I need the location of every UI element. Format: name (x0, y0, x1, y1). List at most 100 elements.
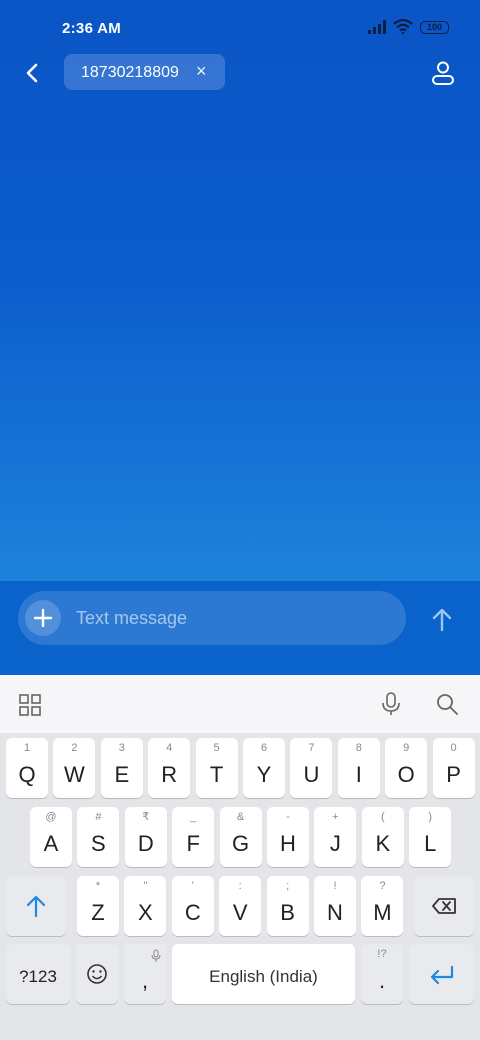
key-e[interactable]: 3E (100, 738, 143, 798)
key-hint: 8 (355, 742, 362, 754)
key-hint: ? (379, 880, 386, 892)
key-label: T (209, 762, 224, 787)
key-hint: 6 (260, 742, 268, 754)
key-m[interactable]: ? M (361, 876, 404, 936)
key-label: A (43, 831, 59, 856)
remove-recipient-icon[interactable]: × (196, 62, 207, 80)
key-label: H (280, 831, 296, 856)
message-input[interactable] (76, 606, 376, 630)
key-w[interactable]: 2W (53, 738, 96, 798)
key-h[interactable]: -H (267, 807, 309, 867)
enter-key[interactable] (409, 944, 474, 1004)
key-b[interactable]: ; B (266, 876, 309, 936)
recipient-chip[interactable]: 18730218809 × (64, 54, 225, 90)
comma-key[interactable]: , (124, 944, 166, 1004)
key-hint: " (143, 880, 148, 892)
space-key[interactable]: English (India) (172, 944, 355, 1004)
apps-grid-icon[interactable] (19, 694, 41, 716)
microphone-icon[interactable] (380, 692, 402, 716)
battery-icon: 100 (420, 21, 449, 34)
key-f[interactable]: _ F (172, 807, 215, 867)
key-label: B (280, 900, 295, 925)
key-label: G (232, 831, 250, 856)
key-hint: ' (191, 880, 194, 892)
key-r[interactable]: 4R (148, 738, 191, 798)
key-x[interactable]: " X (124, 876, 167, 936)
key-a[interactable]: @ A (30, 807, 72, 867)
key-hint: ( (380, 811, 385, 823)
symbols-key-label: ?123 (19, 967, 57, 986)
key-hint: 3 (118, 742, 125, 754)
key-label: P (446, 762, 461, 787)
key-hint: 5 (213, 742, 220, 754)
key-label: S (91, 831, 106, 856)
key-hint: ; (286, 880, 290, 892)
key-v[interactable]: :V (219, 876, 262, 936)
key-label: L (424, 831, 437, 856)
key-hint: # (95, 811, 102, 823)
key-hint: 1 (23, 742, 31, 754)
key-label: F (186, 831, 200, 856)
key-s[interactable]: # S (77, 807, 120, 867)
key-label: E (114, 762, 130, 787)
key-n[interactable]: ! N (314, 876, 356, 936)
key-q[interactable]: 1Q (6, 738, 48, 798)
key-label: R (161, 762, 178, 787)
key-label: W (64, 762, 85, 787)
shift-arrow-icon (26, 895, 46, 918)
wifi-icon (393, 18, 413, 34)
back-arrow-icon[interactable] (18, 58, 48, 88)
emoji-key[interactable] (76, 944, 118, 1004)
signal-icon (368, 20, 386, 34)
key-label: Z (91, 900, 105, 925)
key-hint: _ (190, 811, 197, 823)
key-g[interactable]: & G (219, 807, 262, 867)
period-key[interactable]: !? . (361, 944, 403, 1004)
compose-bar (0, 581, 480, 675)
send-arrow-icon[interactable] (428, 606, 456, 634)
key-p[interactable]: 0P (432, 738, 475, 798)
key-hint: ₹ (142, 811, 150, 823)
period-key-label: . (378, 968, 386, 993)
key-label: M (373, 900, 392, 925)
shift-key[interactable] (6, 876, 66, 936)
key-i[interactable]: 8I (337, 738, 380, 798)
add-attachment-button[interactable] (25, 600, 61, 636)
key-o[interactable]: 9O (385, 738, 428, 798)
key-label: V (232, 900, 248, 925)
key-d[interactable]: ₹ D (124, 807, 167, 867)
backspace-key[interactable] (414, 876, 474, 936)
key-label: D (137, 831, 154, 856)
keyboard: 1Q2W3E4R5T6Y7U8I9O0P @ A # S ₹ D _ F & G - H + J(K) L … (0, 733, 480, 1040)
key-j[interactable]: + J (314, 807, 357, 867)
enter-arrow-icon (430, 965, 454, 985)
key-l[interactable]: ) L (409, 807, 452, 867)
message-input-container (18, 591, 406, 645)
key-hint: 4 (166, 742, 173, 754)
key-label: Q (18, 762, 36, 787)
key-hint: : (238, 880, 242, 892)
key-k[interactable]: (K (361, 807, 404, 867)
key-c[interactable]: ' C (171, 876, 214, 936)
mic-hint-icon (151, 949, 161, 962)
key-z[interactable]: * Z (77, 876, 119, 936)
key-hint: + (332, 811, 339, 823)
search-icon[interactable] (435, 692, 459, 716)
comma-key-label: , (141, 968, 149, 993)
key-u[interactable]: 7U (290, 738, 333, 798)
key-hint: @ (45, 811, 57, 823)
key-y[interactable]: 6Y (243, 738, 285, 798)
key-hint: 9 (403, 742, 410, 754)
key-hint: 7 (308, 742, 315, 754)
person-icon[interactable] (428, 58, 458, 88)
key-label: X (138, 900, 153, 925)
key-label: C (184, 900, 201, 925)
key-hint: 2 (71, 742, 78, 754)
key-hint: & (236, 811, 245, 823)
key-label: O (397, 762, 415, 787)
key-hint: ! (333, 880, 337, 892)
symbols-key[interactable]: ?123 (6, 944, 70, 1004)
key-label: U (303, 762, 320, 787)
key-t[interactable]: 5T (195, 738, 238, 798)
backspace-icon (432, 898, 456, 914)
